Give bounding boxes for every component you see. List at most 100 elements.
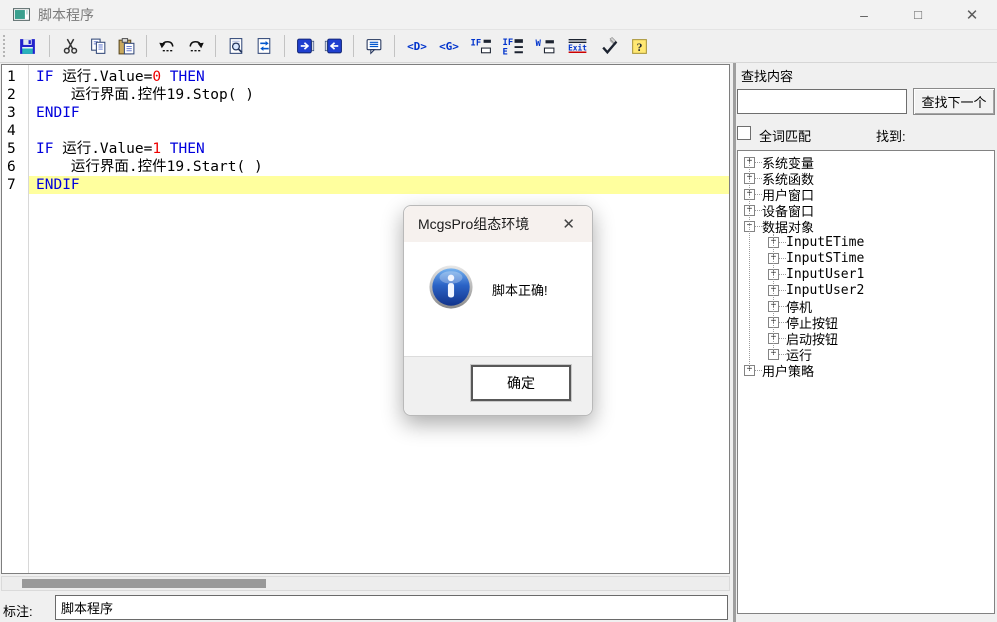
toolbar: <D><G> IF IFE W Exit? bbox=[0, 29, 997, 63]
tree-item-InputUser1[interactable]: +InputUser1 bbox=[738, 266, 994, 282]
insert-global-icon[interactable]: <G> bbox=[434, 33, 464, 59]
tree-connector bbox=[779, 242, 786, 243]
tree-item-数据对象[interactable]: −数据对象 bbox=[738, 218, 994, 234]
window-title: 脚本程序 bbox=[38, 5, 94, 25]
line-text bbox=[29, 122, 729, 140]
window-icon bbox=[13, 6, 30, 23]
dialog-footer: 确定 bbox=[404, 356, 592, 415]
find-input[interactable] bbox=[737, 89, 907, 114]
outdent-icon[interactable] bbox=[320, 33, 346, 59]
tree-item-label: InputETime bbox=[786, 235, 864, 250]
tree-item-用户策略[interactable]: +用户策略 bbox=[738, 362, 994, 378]
toolbar-items: <D><G> IF IFE W Exit? bbox=[12, 33, 652, 59]
svg-text:IF: IF bbox=[470, 38, 481, 48]
horizontal-scrollbar[interactable] bbox=[1, 576, 730, 591]
tree-item-label: InputUser1 bbox=[786, 267, 864, 282]
dialog-close-icon[interactable]: ✕ bbox=[557, 213, 580, 235]
undo-icon[interactable] bbox=[154, 33, 180, 59]
close-button[interactable]: ✕ bbox=[957, 2, 987, 28]
tree-item-启动按钮[interactable]: +启动按钮 bbox=[738, 330, 994, 346]
dialog-body: 脚本正确! bbox=[404, 242, 592, 356]
ok-button[interactable]: 确定 bbox=[471, 365, 571, 401]
line-text: 运行界面.控件19.Start( ) bbox=[29, 158, 729, 176]
title-bar: 脚本程序 – □ ✕ bbox=[0, 0, 997, 29]
annotation-input[interactable] bbox=[55, 595, 728, 620]
tree-connector bbox=[755, 210, 762, 211]
if-else-icon[interactable]: IFE bbox=[498, 33, 528, 59]
line-text: ENDIF bbox=[29, 176, 729, 194]
line-text: ENDIF bbox=[29, 104, 729, 122]
tree-item-停止按钮[interactable]: +停止按钮 bbox=[738, 314, 994, 330]
tree-connector bbox=[755, 178, 762, 179]
tree-item-InputETime[interactable]: +InputETime bbox=[738, 234, 994, 250]
code-line[interactable]: 6 运行界面.控件19.Start( ) bbox=[2, 158, 729, 176]
svg-text:Exit: Exit bbox=[568, 42, 587, 52]
toolbar-grip-handle[interactable] bbox=[3, 35, 6, 57]
tree-item-停机[interactable]: +停机 bbox=[738, 298, 994, 314]
line-number: 7 bbox=[2, 176, 29, 194]
line-number: 3 bbox=[2, 104, 29, 122]
line-number: 1 bbox=[2, 68, 29, 86]
find-icon[interactable] bbox=[223, 33, 249, 59]
insert-data-icon[interactable]: <D> bbox=[402, 33, 432, 59]
line-number: 4 bbox=[2, 122, 29, 140]
line-number: 2 bbox=[2, 86, 29, 104]
find-next-button[interactable]: 查找下一个 bbox=[913, 88, 995, 115]
code-line[interactable]: 1IF 运行.Value=0 THEN bbox=[2, 68, 729, 86]
if-then-icon[interactable]: IF bbox=[466, 33, 496, 59]
whole-word-checkbox[interactable] bbox=[737, 126, 751, 140]
code-line[interactable]: 5IF 运行.Value=1 THEN bbox=[2, 140, 729, 158]
tree-connector bbox=[779, 322, 786, 323]
indent-icon[interactable] bbox=[292, 33, 318, 59]
line-text: 运行界面.控件19.Stop( ) bbox=[29, 86, 729, 104]
tree-connector bbox=[779, 274, 786, 275]
tree-connector bbox=[779, 290, 786, 291]
svg-text:?: ? bbox=[636, 40, 642, 53]
maximize-button[interactable]: □ bbox=[903, 2, 933, 28]
toolbar-separator bbox=[353, 35, 354, 57]
syntax-check-icon[interactable] bbox=[594, 33, 624, 59]
tree-item-InputSTime[interactable]: +InputSTime bbox=[738, 250, 994, 266]
tree-item-InputUser2[interactable]: +InputUser2 bbox=[738, 282, 994, 298]
tree-item-label: 数据对象 bbox=[762, 217, 814, 236]
redo-icon[interactable] bbox=[182, 33, 208, 59]
toolbar-separator bbox=[49, 35, 50, 57]
whole-word-label: 全词匹配 bbox=[759, 126, 811, 145]
toolbar-separator bbox=[146, 35, 147, 57]
tree-connector bbox=[779, 338, 786, 339]
message-dialog: McgsPro组态环境 ✕ 脚本正确! 确定 bbox=[403, 205, 593, 416]
code-line[interactable]: 4 bbox=[2, 122, 729, 140]
tree-connector bbox=[779, 306, 786, 307]
code-line[interactable]: 3ENDIF bbox=[2, 104, 729, 122]
copy-icon[interactable] bbox=[85, 33, 111, 59]
help-icon[interactable]: ? bbox=[626, 33, 652, 59]
svg-text:W: W bbox=[535, 38, 541, 48]
minimize-button[interactable]: – bbox=[849, 2, 879, 28]
save-icon[interactable] bbox=[12, 33, 42, 59]
code-line[interactable]: 2 运行界面.控件19.Stop( ) bbox=[2, 86, 729, 104]
tree-connector bbox=[755, 226, 762, 227]
find-panel-title: 查找内容 bbox=[741, 66, 793, 85]
script-editor[interactable]: 1IF 运行.Value=0 THEN2 运行界面.控件19.Stop( )3E… bbox=[1, 64, 730, 574]
scrollbar-thumb[interactable] bbox=[22, 579, 266, 588]
object-tree[interactable]: +系统变量+系统函数+用户窗口+设备窗口−数据对象+InputETime+Inp… bbox=[737, 150, 995, 614]
svg-text:E: E bbox=[502, 47, 507, 56]
exit-icon[interactable]: Exit bbox=[562, 33, 592, 59]
tree-connector bbox=[755, 370, 762, 371]
panel-divider[interactable] bbox=[733, 63, 736, 622]
tree-connector bbox=[779, 258, 786, 259]
line-text: IF 运行.Value=1 THEN bbox=[29, 140, 729, 158]
cut-icon[interactable] bbox=[57, 33, 83, 59]
comment-icon[interactable] bbox=[361, 33, 387, 59]
line-number: 6 bbox=[2, 158, 29, 176]
tree-connector bbox=[755, 194, 762, 195]
code-line[interactable]: 7ENDIF bbox=[2, 176, 729, 194]
tree-item-label: InputSTime bbox=[786, 251, 864, 266]
info-icon bbox=[428, 264, 474, 310]
while-icon[interactable]: W bbox=[530, 33, 560, 59]
format-icon[interactable] bbox=[251, 33, 277, 59]
tree-connector bbox=[773, 234, 774, 354]
paste-icon[interactable] bbox=[113, 33, 139, 59]
line-number: 5 bbox=[2, 140, 29, 158]
tree-item-label: InputUser2 bbox=[786, 283, 864, 298]
